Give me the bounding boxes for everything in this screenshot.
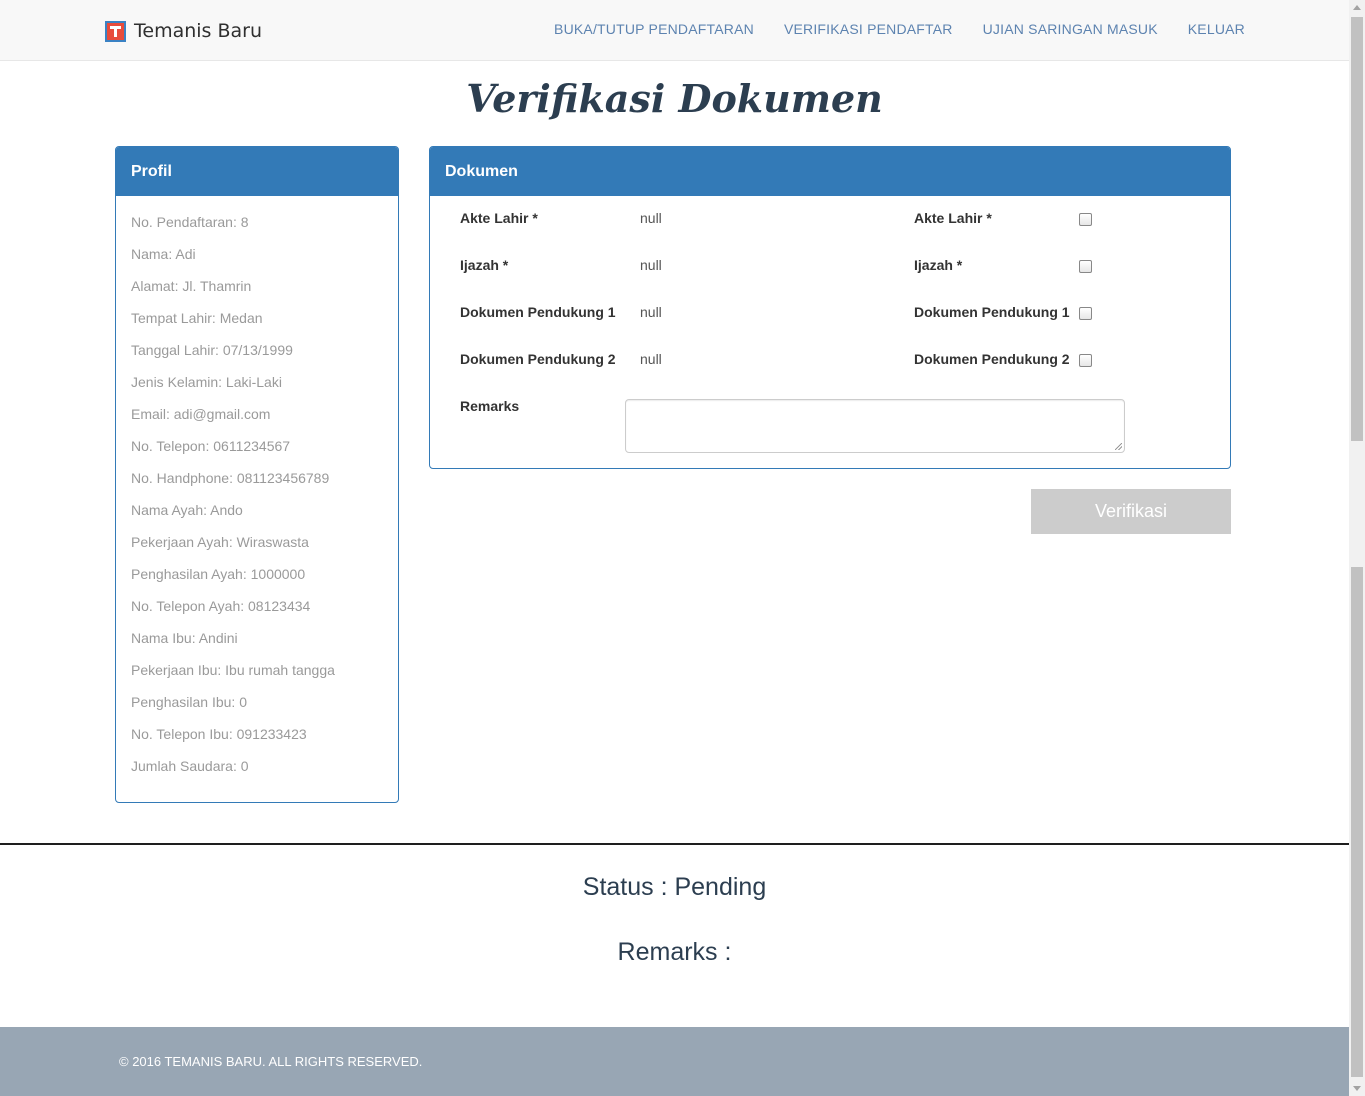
akte-lahir-checkbox[interactable] <box>1079 213 1092 226</box>
divider <box>0 843 1349 845</box>
brand-name: Temanis Baru <box>134 20 263 42</box>
dokumen-row-pendukung-2: Dokumen Pendukung 2 null Dokumen Penduku… <box>430 351 1230 371</box>
profil-item: Jumlah Saudara: 0 <box>131 758 249 774</box>
dokumen-check-label: Dokumen Pendukung 1 <box>914 304 1070 320</box>
profil-item: Email: adi@gmail.com <box>131 406 271 422</box>
dokumen-pendukung-1-checkbox[interactable] <box>1079 307 1092 320</box>
dokumen-panel: Dokumen Akte Lahir * null Akte Lahir * I… <box>429 146 1231 469</box>
brand[interactable]: Temanis Baru <box>105 19 262 43</box>
nav-links: BUKA/TUTUP PENDAFTARAN VERIFIKASI PENDAF… <box>524 21 1245 37</box>
dokumen-row-pendukung-1: Dokumen Pendukung 1 null Dokumen Penduku… <box>430 304 1230 324</box>
dokumen-pendukung-2-checkbox[interactable] <box>1079 354 1092 367</box>
dokumen-label: Dokumen Pendukung 2 <box>460 351 616 367</box>
nav-link-verifikasi-pendaftar[interactable]: VERIFIKASI PENDAFTAR <box>784 21 953 37</box>
dokumen-value: null <box>640 257 662 273</box>
profil-item: Penghasilan Ibu: 0 <box>131 694 247 710</box>
profil-panel: Profil No. Pendaftaran: 8 Nama: Adi Alam… <box>115 146 399 803</box>
scrollbar-thumb[interactable] <box>1351 17 1363 441</box>
dokumen-label: Ijazah * <box>460 257 509 273</box>
nav-link-keluar[interactable]: KELUAR <box>1188 21 1245 37</box>
profil-item: No. Handphone: 081123456789 <box>131 470 330 486</box>
footer-copyright: © 2016 TEMANIS BARU. ALL RIGHTS RESERVED… <box>119 1054 423 1069</box>
dokumen-value: null <box>640 351 662 367</box>
nav-link-buka-tutup-pendaftaran[interactable]: BUKA/TUTUP PENDAFTARAN <box>554 21 754 37</box>
scrollbar-thumb-lower[interactable] <box>1351 567 1363 1077</box>
profil-item: Jenis Kelamin: Laki-Laki <box>131 374 282 390</box>
resize-grip-icon[interactable] <box>1115 443 1122 450</box>
dokumen-value: null <box>640 304 662 320</box>
nav-link-ujian-saringan-masuk[interactable]: UJIAN SARINGAN MASUK <box>983 21 1158 37</box>
dokumen-heading: Dokumen <box>430 147 1230 196</box>
profil-item: Nama Ayah: Ando <box>131 502 243 518</box>
dokumen-row-ijazah: Ijazah * null Ijazah * <box>430 257 1230 277</box>
remarks-text: Remarks : <box>617 938 732 966</box>
profil-item: Tanggal Lahir: 07/13/1999 <box>131 342 293 358</box>
scroll-down-arrow-icon[interactable] <box>1353 1086 1361 1091</box>
profil-item: Nama: Adi <box>131 246 196 262</box>
profil-item: No. Telepon: 0611234567 <box>131 438 291 454</box>
profil-item: No. Telepon Ayah: 08123434 <box>131 598 311 614</box>
dokumen-check-label: Ijazah * <box>914 257 963 273</box>
navbar: Temanis Baru BUKA/TUTUP PENDAFTARAN VERI… <box>0 0 1349 61</box>
dokumen-row-akte-lahir: Akte Lahir * null Akte Lahir * <box>430 210 1230 230</box>
brand-logo-icon <box>105 20 126 42</box>
profil-item: Pekerjaan Ibu: Ibu rumah tangga <box>131 662 335 678</box>
scroll-up-arrow-icon[interactable] <box>1353 5 1361 10</box>
page-title: Verifikasi Dokumen <box>466 76 883 121</box>
verifikasi-button[interactable]: Verifikasi <box>1031 489 1231 534</box>
profil-item: Alamat: Jl. Thamrin <box>131 278 252 294</box>
dokumen-check-label: Akte Lahir * <box>914 210 992 226</box>
profil-item: No. Pendaftaran: 8 <box>131 214 249 230</box>
dokumen-label: Akte Lahir * <box>460 210 538 226</box>
footer: © 2016 TEMANIS BARU. ALL RIGHTS RESERVED… <box>0 1027 1349 1096</box>
dokumen-value: null <box>640 210 662 226</box>
profil-list: No. Pendaftaran: 8 Nama: Adi Alamat: Jl.… <box>116 196 398 789</box>
dokumen-label: Dokumen Pendukung 1 <box>460 304 616 320</box>
profil-item: Pekerjaan Ayah: Wiraswasta <box>131 534 309 550</box>
remarks-label: Remarks <box>460 398 520 414</box>
status-text: Status : Pending <box>582 873 767 901</box>
profil-item: Penghasilan Ayah: 1000000 <box>131 566 306 582</box>
vertical-scrollbar[interactable] <box>1349 0 1365 1096</box>
page: Temanis Baru BUKA/TUTUP PENDAFTARAN VERI… <box>0 0 1349 1096</box>
profil-item: Nama Ibu: Andini <box>131 630 238 646</box>
profil-item: No. Telepon Ibu: 091233423 <box>131 726 307 742</box>
dokumen-check-label: Dokumen Pendukung 2 <box>914 351 1070 367</box>
remarks-textarea[interactable] <box>625 399 1125 453</box>
ijazah-checkbox[interactable] <box>1079 260 1092 273</box>
profil-item: Tempat Lahir: Medan <box>131 310 263 326</box>
profil-heading: Profil <box>116 147 398 196</box>
